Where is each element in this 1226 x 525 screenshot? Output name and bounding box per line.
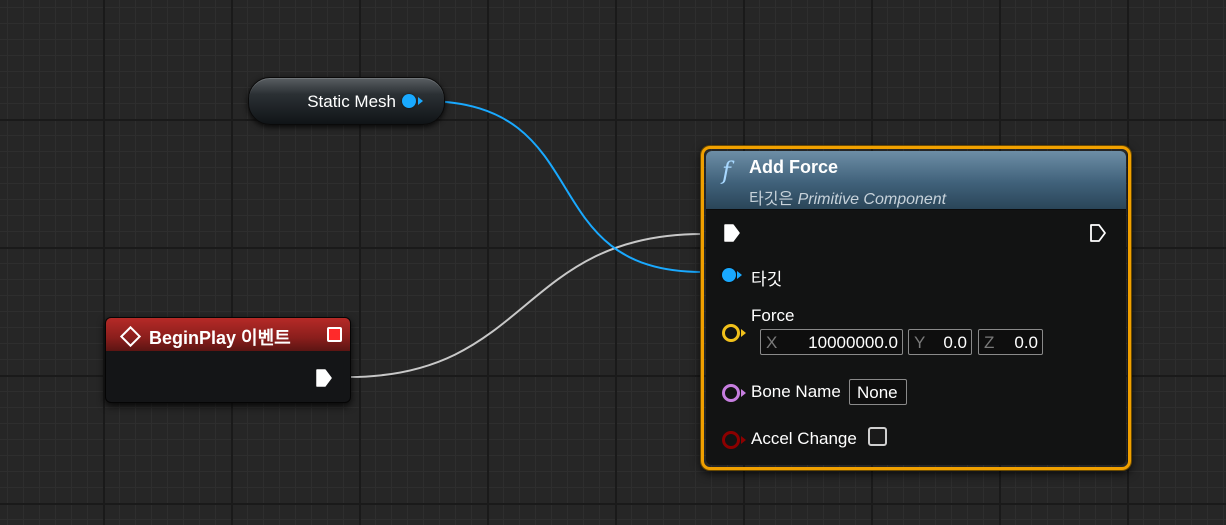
- add-force-function-node[interactable]: f Add Force 타깃은 Primitive Component 타깃 F…: [701, 146, 1131, 470]
- subtitle-target: Primitive Component: [797, 191, 947, 208]
- pin-arrow-icon: [737, 271, 742, 279]
- beginplay-event-node[interactable]: BeginPlay 이벤트: [105, 317, 351, 403]
- pin-arrow-icon: [741, 436, 746, 444]
- event-delegate-pin[interactable]: [327, 327, 342, 342]
- force-x-value: 10000000.0: [808, 333, 898, 352]
- accel-change-input-pin[interactable]: [722, 431, 740, 449]
- pin-arrow-icon: [418, 97, 423, 105]
- static-mesh-variable-node[interactable]: Static Mesh: [248, 77, 445, 125]
- target-input-pin[interactable]: [722, 268, 736, 282]
- exec-wire[interactable]: [348, 233, 703, 378]
- target-pin-label: 타깃: [751, 270, 783, 289]
- force-x-field[interactable]: X 10000000.0: [760, 329, 903, 355]
- event-node-title: BeginPlay 이벤트: [149, 328, 291, 348]
- pin-arrow-icon: [741, 389, 746, 397]
- function-icon: f: [722, 157, 731, 185]
- bone-name-pin-label: Bone Name: [751, 382, 841, 401]
- force-y-axis-label: Y: [914, 333, 926, 352]
- static-mesh-label: Static Mesh: [307, 92, 396, 111]
- force-pin-label: Force: [751, 306, 795, 325]
- function-node-body: f Add Force 타깃은 Primitive Component 타깃 F…: [706, 151, 1126, 465]
- accel-change-checkbox[interactable]: [868, 427, 887, 446]
- force-y-value: 0.0: [943, 333, 967, 352]
- subtitle-prefix: 타깃은: [749, 191, 794, 208]
- target-wire[interactable]: [423, 100, 703, 273]
- force-z-axis-label: Z: [984, 333, 995, 352]
- bone-name-input-pin[interactable]: [722, 384, 740, 402]
- static-mesh-output-pin[interactable]: [402, 94, 416, 108]
- pin-arrow-icon: [741, 329, 746, 337]
- bone-name-field[interactable]: None: [849, 379, 907, 405]
- force-y-field[interactable]: Y 0.0: [908, 329, 972, 355]
- exec-output-pin[interactable]: [315, 369, 333, 387]
- force-input-pin[interactable]: [722, 324, 740, 342]
- event-diamond-icon: [119, 325, 142, 348]
- accel-change-pin-label: Accel Change: [751, 429, 857, 448]
- force-x-axis-label: X: [766, 333, 778, 352]
- function-node-title: Add Force: [749, 157, 839, 177]
- function-node-subtitle: 타깃은 Primitive Component: [749, 185, 946, 209]
- force-z-value: 0.0: [1014, 333, 1038, 352]
- exec-input-pin[interactable]: [723, 224, 741, 242]
- event-node-header: BeginPlay 이벤트: [106, 318, 350, 351]
- exec-then-output-pin[interactable]: [1089, 224, 1107, 242]
- function-node-header: f Add Force 타깃은 Primitive Component: [706, 151, 1126, 210]
- force-z-field[interactable]: Z 0.0: [978, 329, 1043, 355]
